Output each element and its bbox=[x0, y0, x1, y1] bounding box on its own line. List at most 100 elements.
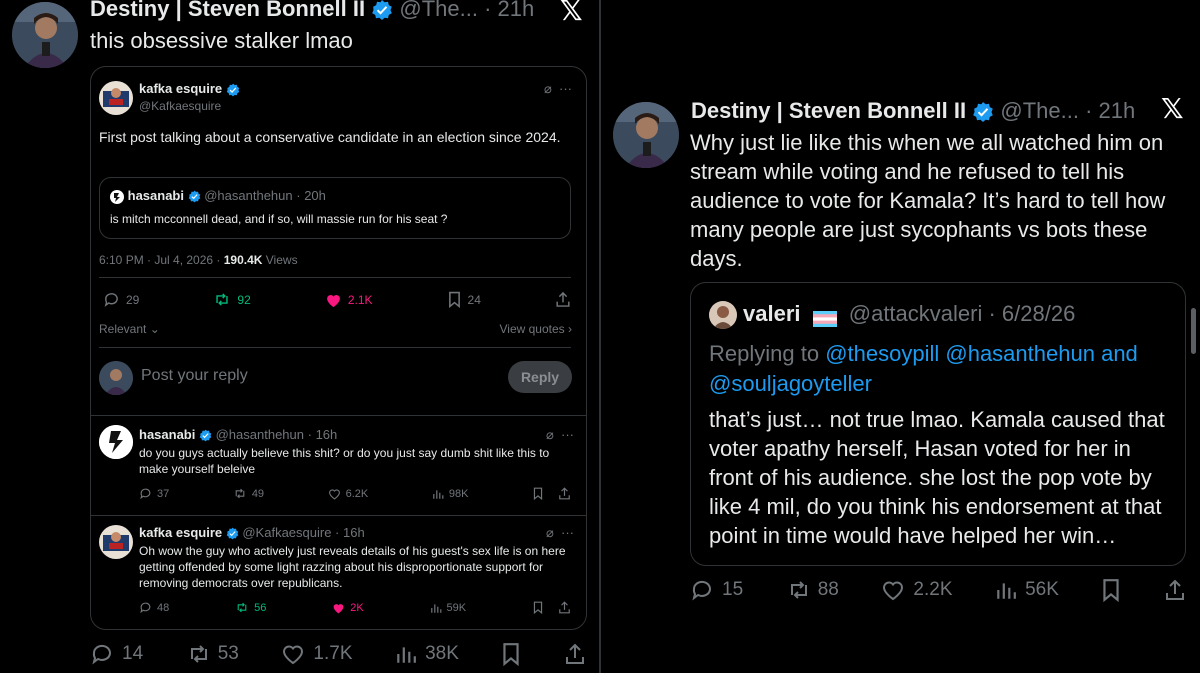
views-button[interactable]: 38K bbox=[395, 643, 459, 665]
post-timestamp: 6:10 PM · Jul 4, 2026 · 190.4K Views bbox=[99, 253, 298, 267]
sort-dropdown[interactable]: Relevant ⌄ bbox=[99, 322, 160, 336]
mention-link[interactable]: @thesoypill bbox=[825, 341, 939, 366]
more-icon[interactable]: ··· bbox=[561, 427, 574, 442]
repost-count: 49 bbox=[251, 487, 265, 500]
quoted-post-card[interactable]: valeri @attackvaleri · 6/28/26 Replying … bbox=[690, 282, 1186, 566]
share-button[interactable] bbox=[555, 291, 571, 308]
x-logo-icon[interactable]: 𝕏 bbox=[560, 0, 583, 27]
author-name[interactable]: Destiny | Steven Bonnell II bbox=[90, 0, 365, 21]
nested-quote-author-row: hasanabi @hasanthehun · 20h bbox=[110, 188, 326, 204]
nested-quote-time[interactable]: 20h bbox=[304, 188, 326, 203]
reply-button[interactable]: 37 bbox=[139, 487, 169, 500]
post-time[interactable]: 21h bbox=[498, 0, 535, 21]
quoted-post-card[interactable]: kafka esquire @Kafkaesquire ⌀ ··· First … bbox=[90, 66, 587, 630]
like-count: 2.1K bbox=[347, 292, 373, 307]
repost-count: 53 bbox=[217, 643, 239, 664]
quoted-time[interactable]: 6/28/26 bbox=[1002, 301, 1075, 326]
reply-author-name[interactable]: kafka esquire bbox=[139, 525, 222, 540]
reply-author-handle[interactable]: @Kafkaesquire bbox=[242, 525, 331, 540]
reply-icons: ⌀ ··· bbox=[546, 427, 574, 443]
author-avatar[interactable] bbox=[613, 102, 679, 168]
author-name[interactable]: Destiny | Steven Bonnell II bbox=[691, 98, 966, 123]
replying-to: Replying to @thesoypill @hasanthehun and… bbox=[709, 339, 1179, 399]
x-logo-icon[interactable]: 𝕏 bbox=[1161, 92, 1184, 125]
more-icon[interactable]: ··· bbox=[561, 525, 574, 540]
views-button[interactable]: 56K bbox=[995, 579, 1059, 601]
grok-icon[interactable]: ⌀ bbox=[544, 81, 552, 96]
post-time[interactable]: 21h bbox=[1099, 98, 1136, 123]
reply-icon bbox=[140, 488, 151, 500]
like-button[interactable]: 2K bbox=[332, 602, 364, 614]
reply-author-handle[interactable]: @hasanthehun bbox=[216, 427, 304, 442]
bookmark-button[interactable] bbox=[501, 642, 521, 666]
repost-button[interactable]: 53 bbox=[186, 642, 239, 666]
quoted-author-name[interactable]: kafka esquire bbox=[139, 81, 222, 96]
reply-icon bbox=[692, 580, 711, 601]
bookmark-icon bbox=[448, 291, 460, 308]
chevron-right-icon: › bbox=[564, 322, 572, 336]
like-button[interactable]: 1.7K bbox=[281, 643, 353, 665]
reply-button[interactable]: 15 bbox=[690, 578, 743, 602]
grok-icon[interactable]: ⌀ bbox=[546, 525, 554, 540]
reply-submit-button[interactable]: Reply bbox=[508, 361, 572, 393]
reply-count: 15 bbox=[722, 579, 744, 600]
current-user-avatar[interactable] bbox=[99, 361, 133, 395]
views-count: 38K bbox=[425, 643, 459, 664]
timestamp-text[interactable]: 6:10 PM · Jul 4, 2026 · bbox=[99, 253, 224, 267]
views-button[interactable]: 59K bbox=[430, 602, 466, 614]
repost-button[interactable]: 88 bbox=[786, 578, 839, 602]
reply-author-avatar[interactable] bbox=[99, 425, 133, 459]
quoted-author-handle[interactable]: @attackvaleri bbox=[849, 301, 983, 326]
reply-button[interactable]: 48 bbox=[139, 601, 169, 614]
reply-text: Oh wow the guy who actively just reveals… bbox=[139, 544, 566, 590]
reply-icon bbox=[104, 293, 118, 307]
quoted-post-icons: ⌀ ··· bbox=[544, 81, 572, 97]
nested-quote-card[interactable]: hasanabi @hasanthehun · 20h is mitch mcc… bbox=[99, 177, 571, 239]
repost-button[interactable]: 49 bbox=[233, 487, 264, 500]
reply-time[interactable]: 16h bbox=[343, 525, 365, 540]
repost-button[interactable]: 92 bbox=[213, 291, 251, 308]
quoted-author-avatar[interactable] bbox=[99, 81, 133, 115]
quoted-author-handle[interactable]: @Kafkaesquire bbox=[139, 99, 221, 113]
bookmark-button[interactable]: 24 bbox=[447, 291, 481, 308]
views-label: Views bbox=[262, 253, 298, 267]
views-button[interactable]: 98K bbox=[432, 488, 468, 500]
reply-button[interactable]: 29 bbox=[103, 291, 139, 308]
author-handle[interactable]: @The... bbox=[399, 0, 478, 21]
like-button[interactable]: 6.2K bbox=[328, 488, 368, 500]
reply-item[interactable]: hasanabi @hasanthehun · 16h ⌀ ··· do you… bbox=[91, 415, 586, 515]
scrollbar[interactable] bbox=[1191, 308, 1196, 354]
verified-badge-icon bbox=[188, 190, 201, 203]
reply-item[interactable]: kafka esquire @Kafkaesquire · 16h ⌀ ··· … bbox=[91, 515, 586, 629]
bookmark-button[interactable] bbox=[1101, 578, 1121, 602]
divider bbox=[99, 277, 571, 278]
like-button[interactable]: 2.1K bbox=[325, 292, 373, 308]
more-icon[interactable]: ··· bbox=[559, 81, 572, 96]
like-button[interactable]: 2.2K bbox=[881, 579, 953, 601]
bookmark-icon bbox=[503, 643, 520, 666]
nested-quote-avatar-icon[interactable] bbox=[110, 189, 124, 204]
reply-author-name[interactable]: hasanabi bbox=[139, 427, 195, 442]
quoted-post-text: that’s just… not true lmao. Kamala cause… bbox=[709, 407, 1165, 548]
reply-time[interactable]: 16h bbox=[316, 427, 338, 442]
quoted-author-avatar[interactable] bbox=[709, 301, 737, 329]
nested-quote-handle[interactable]: @hasanthehun bbox=[204, 188, 292, 203]
mention-link[interactable]: @hasanthehun bbox=[945, 341, 1095, 366]
share-button[interactable] bbox=[1164, 578, 1186, 602]
share-icon bbox=[559, 487, 570, 500]
share-button[interactable] bbox=[564, 642, 586, 666]
like-icon bbox=[333, 603, 344, 613]
grok-icon[interactable]: ⌀ bbox=[546, 427, 554, 442]
nested-quote-author-name[interactable]: hasanabi bbox=[128, 188, 184, 203]
repost-button[interactable]: 56 bbox=[235, 601, 266, 614]
share-icon bbox=[559, 601, 570, 614]
reply-input[interactable]: Post your reply bbox=[141, 367, 248, 385]
quoted-author-name[interactable]: valeri bbox=[743, 301, 801, 326]
reply-author-avatar[interactable] bbox=[99, 525, 133, 559]
mention-link[interactable]: @souljagoyteller bbox=[709, 371, 872, 396]
reply-button[interactable]: 14 bbox=[90, 642, 143, 666]
author-handle[interactable]: @The... bbox=[1000, 98, 1079, 123]
view-quotes-link[interactable]: View quotes › bbox=[500, 322, 573, 336]
author-avatar[interactable] bbox=[12, 2, 78, 68]
like-icon bbox=[328, 488, 340, 500]
